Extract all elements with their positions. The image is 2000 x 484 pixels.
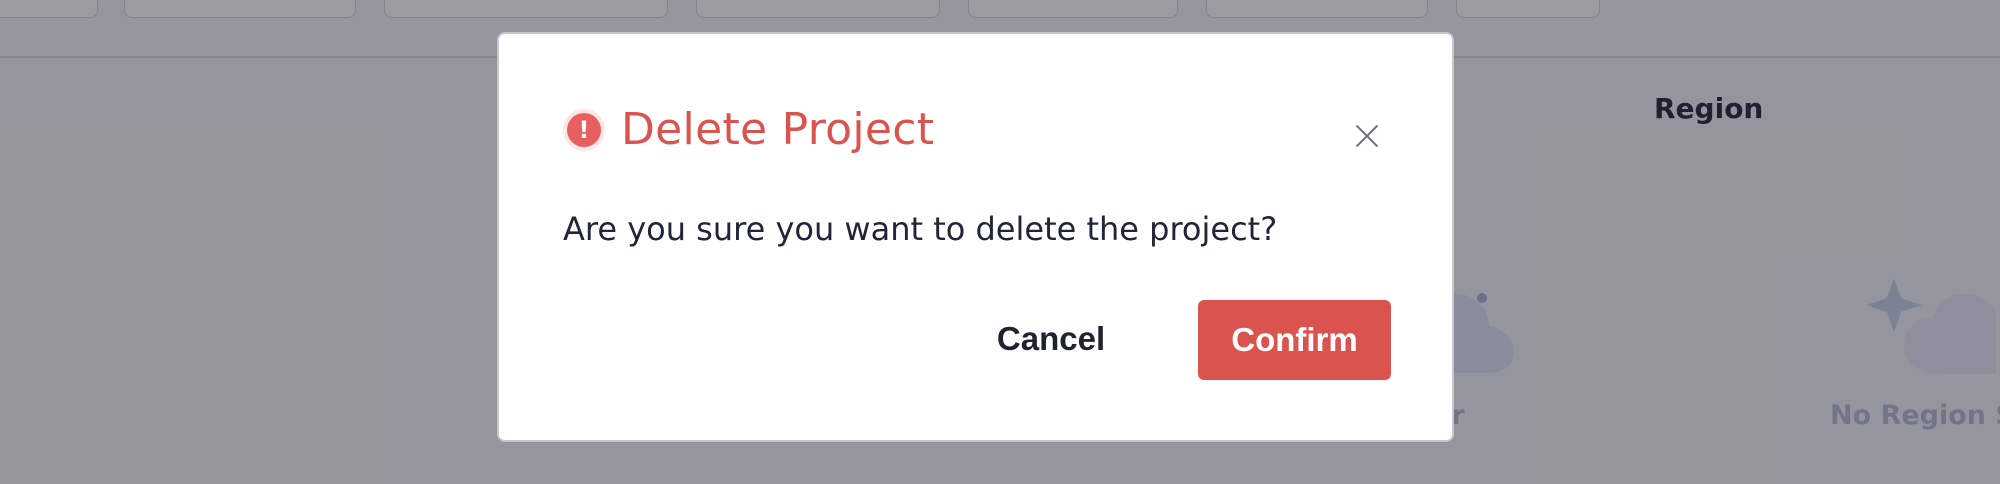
exclamation-circle-icon: ! bbox=[563, 108, 605, 151]
cancel-button[interactable]: Cancel bbox=[982, 300, 1120, 378]
exclamation-icon: ! bbox=[567, 112, 601, 147]
dialog-header: ! Delete Project bbox=[563, 104, 934, 155]
delete-project-dialog: ! Delete Project Are you sure you want t… bbox=[497, 32, 1454, 442]
confirm-button[interactable]: Confirm bbox=[1198, 300, 1391, 380]
dialog-message: Are you sure you want to delete the proj… bbox=[563, 210, 1278, 248]
close-icon[interactable] bbox=[1354, 123, 1380, 149]
dialog-title: Delete Project bbox=[621, 104, 935, 155]
